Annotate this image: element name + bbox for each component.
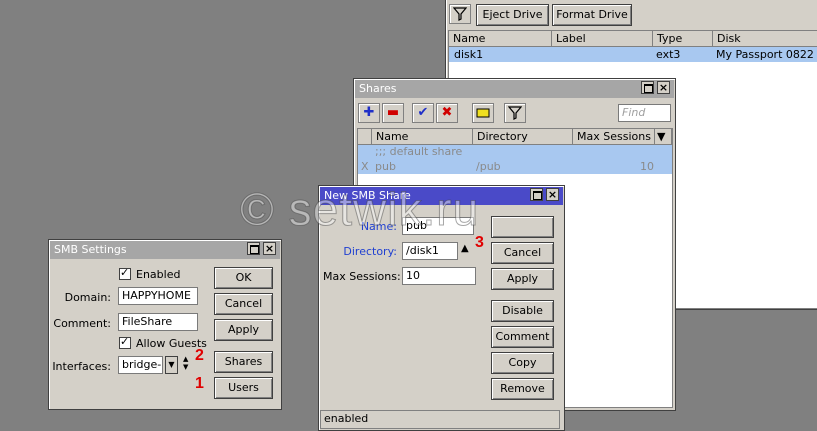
max-sessions-label: Max Sessions: [323, 270, 401, 283]
find-input[interactable]: Find [618, 104, 671, 122]
users-button[interactable]: Users [214, 377, 273, 399]
maximize-button[interactable] [247, 242, 260, 255]
add-button[interactable]: ✚ [358, 103, 380, 123]
close-button[interactable]: × [263, 242, 276, 255]
cancel-button[interactable]: Cancel [214, 293, 273, 315]
allow-guests-checkbox[interactable] [119, 335, 131, 349]
column-header-disk[interactable]: Disk [713, 31, 817, 47]
copy-button[interactable]: Copy [491, 352, 554, 374]
interfaces-field[interactable]: bridge-lo [118, 356, 163, 374]
add-remove-arrows-icon[interactable]: ▲ ▼ [183, 355, 188, 371]
filter-icon [452, 7, 468, 21]
maximize-button[interactable] [641, 81, 654, 94]
cell-name: disk1 [454, 48, 484, 61]
cell-disk: My Passport 0822 [716, 48, 814, 61]
new-smb-share-window: New SMB Share × Name: pub Directory: /di… [318, 185, 565, 431]
remove-button[interactable]: Remove [491, 378, 554, 400]
interfaces-label: Interfaces: [52, 360, 111, 373]
close-button[interactable]: × [546, 188, 559, 201]
shares-title[interactable]: Shares [355, 80, 674, 98]
domain-label: Domain: [64, 291, 111, 304]
cell-type: ext3 [656, 48, 681, 61]
cell-directory: /pub [476, 160, 501, 173]
column-header-flag [358, 129, 372, 145]
remove-button[interactable]: ▬ [382, 103, 404, 123]
name-field[interactable]: pub [402, 217, 474, 235]
comment-row[interactable]: ;;; default share [358, 145, 672, 159]
column-header-directory[interactable]: Directory [473, 129, 573, 145]
comment-text: ;;; default share [375, 145, 463, 158]
maximize-button[interactable] [530, 188, 543, 201]
directory-label: Directory: [343, 245, 397, 258]
disable-button[interactable]: Disable [491, 300, 554, 322]
shares-button[interactable]: Shares [214, 351, 273, 373]
column-header-max-sessions[interactable]: Max Sessions [573, 129, 655, 145]
domain-field[interactable]: HAPPYHOME [118, 287, 198, 305]
smb-settings-title[interactable]: SMB Settings [50, 241, 280, 259]
column-header-name[interactable]: Name [449, 31, 552, 47]
table-row[interactable]: X pub /pub 10 [358, 159, 672, 174]
cell-max-sessions: 10 [640, 160, 654, 173]
comment-button[interactable] [472, 103, 494, 123]
format-drive-button[interactable]: Format Drive [552, 4, 632, 26]
new-smb-share-title[interactable]: New SMB Share [320, 187, 563, 205]
annotation-number: 2 [195, 347, 204, 364]
enable-button[interactable]: ✔ [412, 103, 434, 123]
filter-button[interactable] [504, 103, 526, 123]
enabled-label: Enabled [136, 268, 181, 281]
apply-button[interactable]: Apply [491, 268, 554, 290]
filter-icon [507, 106, 523, 120]
table-row[interactable]: disk1 ext3 My Passport 0822 [449, 47, 817, 62]
eject-drive-button[interactable]: Eject Drive [476, 4, 549, 26]
directory-field[interactable]: /disk1 [402, 242, 458, 260]
close-button[interactable]: × [657, 81, 670, 94]
column-header-label[interactable]: Label [552, 31, 653, 47]
filter-button[interactable] [449, 4, 471, 24]
disable-button[interactable]: ✖ [436, 103, 458, 123]
column-header-type[interactable]: Type [653, 31, 713, 47]
status-bar: enabled [320, 410, 560, 429]
column-header-name[interactable]: Name [372, 129, 473, 145]
annotation-number: 3 [475, 234, 484, 251]
annotation-number: 1 [195, 375, 204, 392]
smb-settings-window: SMB Settings × Enabled Domain: HAPPYHOME… [48, 239, 282, 410]
cancel-button[interactable]: Cancel [491, 242, 554, 264]
comment-button[interactable]: Comment [491, 326, 554, 348]
ok-button[interactable]: OK [214, 267, 273, 289]
collapse-arrow-icon[interactable]: ▲ [461, 243, 469, 254]
comment-icon [476, 108, 490, 118]
ok-button[interactable] [491, 216, 554, 238]
comment-field[interactable]: FileShare [118, 313, 198, 331]
columns-menu-button[interactable]: ▼ [655, 129, 672, 145]
interfaces-dropdown-button[interactable]: ▼ [165, 356, 178, 374]
comment-label: Comment: [53, 317, 111, 330]
name-label: Name: [360, 220, 397, 233]
enabled-checkbox[interactable] [119, 266, 131, 280]
max-sessions-field[interactable]: 10 [402, 267, 476, 285]
apply-button[interactable]: Apply [214, 319, 273, 341]
cell-name: pub [375, 160, 396, 173]
cell-flag: X [361, 160, 369, 173]
